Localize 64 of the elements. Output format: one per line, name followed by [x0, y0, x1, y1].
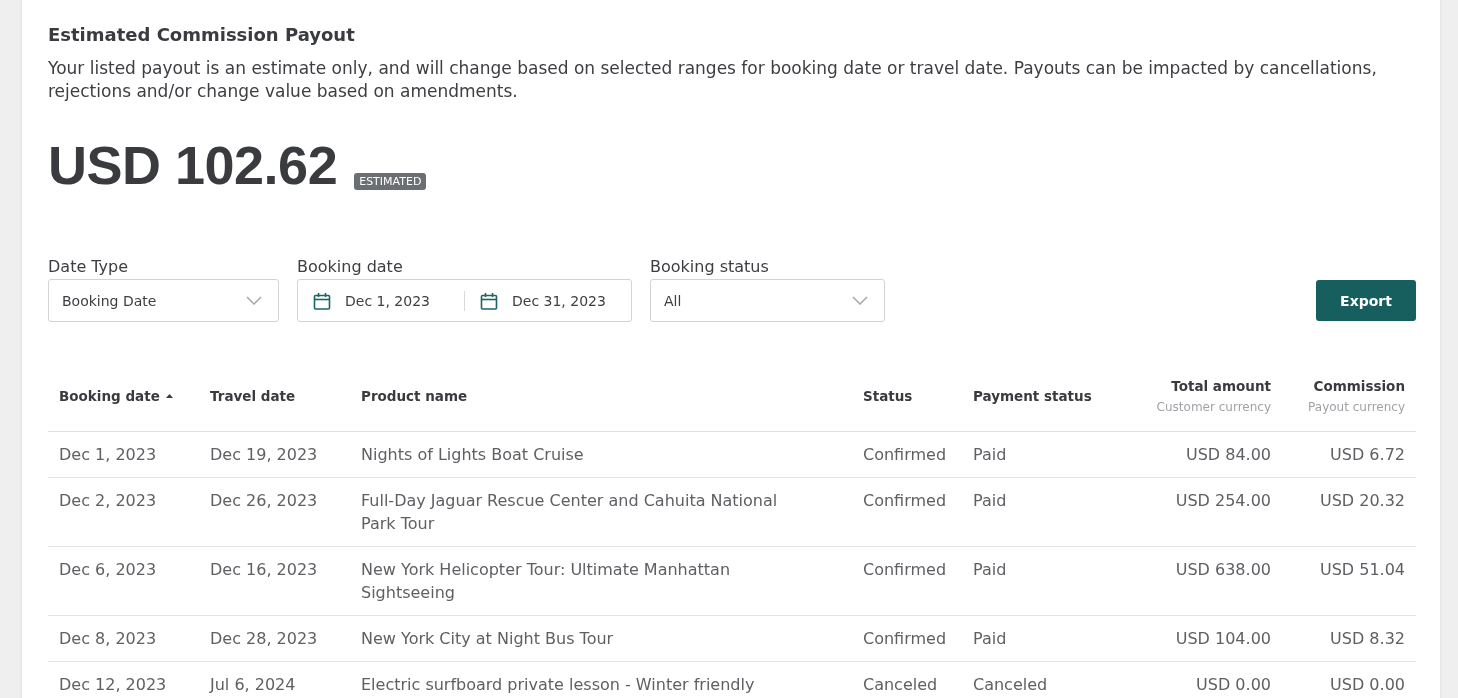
chevron-down-icon	[246, 296, 262, 305]
column-header[interactable]: Travel date	[210, 385, 296, 406]
filter-label: Booking date	[297, 256, 403, 278]
select-field[interactable]: Booking Date	[48, 279, 279, 322]
table-cell-text: Paid	[972, 490, 1008, 512]
calendar-icon	[313, 291, 331, 310]
select-value: Booking Date	[62, 292, 158, 309]
description-text: Your listed payout is an estimate only, and will change based on selected ranges for booking date or travel date. Payouts can be impacted by cancellations, rejections and/or change value based on amendments.	[48, 57, 1378, 103]
table-cell-text: USD 8.32	[1329, 628, 1406, 650]
table-cell-text: Nights of Lights Boat Cruise	[360, 444, 585, 466]
table-cell-text: USD 20.32	[1318, 490, 1406, 512]
table-cell-text: Confirmed	[862, 559, 948, 581]
column-header[interactable]: Commission	[1313, 375, 1405, 396]
table-cell-text: Dec 1, 2023	[58, 444, 158, 466]
table-cell-text: Dec 8, 2023	[58, 628, 158, 650]
estimated-badge: ESTIMATED	[354, 173, 427, 190]
start-date[interactable]: Dec 1, 2023	[345, 292, 430, 309]
export-button[interactable]: Export	[1316, 280, 1416, 321]
table-cell-text: Canceled	[972, 674, 1049, 696]
sort-up-icon	[165, 393, 173, 398]
table-cell-text: Dec 26, 2023	[209, 490, 319, 512]
select-value: All	[664, 292, 683, 309]
table-cell-text: Electric surfboard private lesson - Winter friendly	[360, 674, 756, 696]
table-cell-text: USD 0.00	[1329, 674, 1406, 696]
calendar-icon	[480, 291, 498, 310]
select-field[interactable]: All	[650, 279, 885, 322]
table-cell-text: USD 84.00	[1184, 444, 1272, 466]
column-header[interactable]: Booking date	[59, 385, 173, 406]
table-cell-text: USD 254.00	[1174, 490, 1272, 512]
table-cell-text: Confirmed	[862, 444, 948, 466]
table-cell-text: Full-Day Jaguar Rescue Center and Cahuita National Park Tour	[360, 490, 779, 535]
table-cell-text: Dec 16, 2023	[209, 559, 319, 581]
table-cell-text: Paid	[972, 628, 1008, 650]
table-cell-text: USD 0.00	[1195, 674, 1272, 696]
column-subheader: Payout currency	[1308, 398, 1405, 416]
date-range-field[interactable]: Dec 1, 2023 Dec 31, 2023	[297, 279, 632, 322]
payout-amount: USD 102.62	[48, 136, 338, 194]
table-cell-text: Canceled	[862, 674, 939, 696]
table-cell-text: Paid	[972, 559, 1008, 581]
table-cell-text: USD 51.04	[1318, 559, 1406, 581]
table-cell-text: Confirmed	[862, 628, 948, 650]
filter-label: Date Type	[48, 256, 129, 278]
table-cell-text: USD 638.00	[1174, 559, 1272, 581]
chevron-down-icon	[852, 296, 868, 305]
table-cell-text: Dec 2, 2023	[58, 490, 158, 512]
table-cell-text: Jul 6, 2024	[208, 674, 297, 696]
table-cell-text: New York Helicopter Tour: Ultimate Manhattan Sightseeing	[360, 559, 732, 604]
table-cell-text: Dec 12, 2023	[58, 674, 168, 696]
table-cell-text: USD 6.72	[1329, 444, 1406, 466]
table-cell-text: Dec 19, 2023	[209, 444, 319, 466]
column-header[interactable]: Payment status	[973, 385, 1092, 406]
table-cell-text: Confirmed	[862, 490, 948, 512]
section-title: Estimated Commission Payout	[48, 23, 355, 47]
end-date[interactable]: Dec 31, 2023	[512, 292, 606, 309]
column-subheader: Customer currency	[1156, 398, 1271, 416]
column-header[interactable]: Total amount	[1171, 375, 1271, 396]
filter-label: Booking status	[650, 256, 769, 278]
table-cell-text: Paid	[972, 444, 1008, 466]
table-cell-text: USD 104.00	[1174, 628, 1272, 650]
table-cell-text: New York City at Night Bus Tour	[360, 628, 615, 650]
table-cell-text: Dec 28, 2023	[209, 628, 319, 650]
table-cell-text: Dec 6, 2023	[58, 559, 158, 581]
column-header[interactable]: Status	[863, 385, 913, 406]
column-header[interactable]: Product name	[361, 385, 468, 406]
